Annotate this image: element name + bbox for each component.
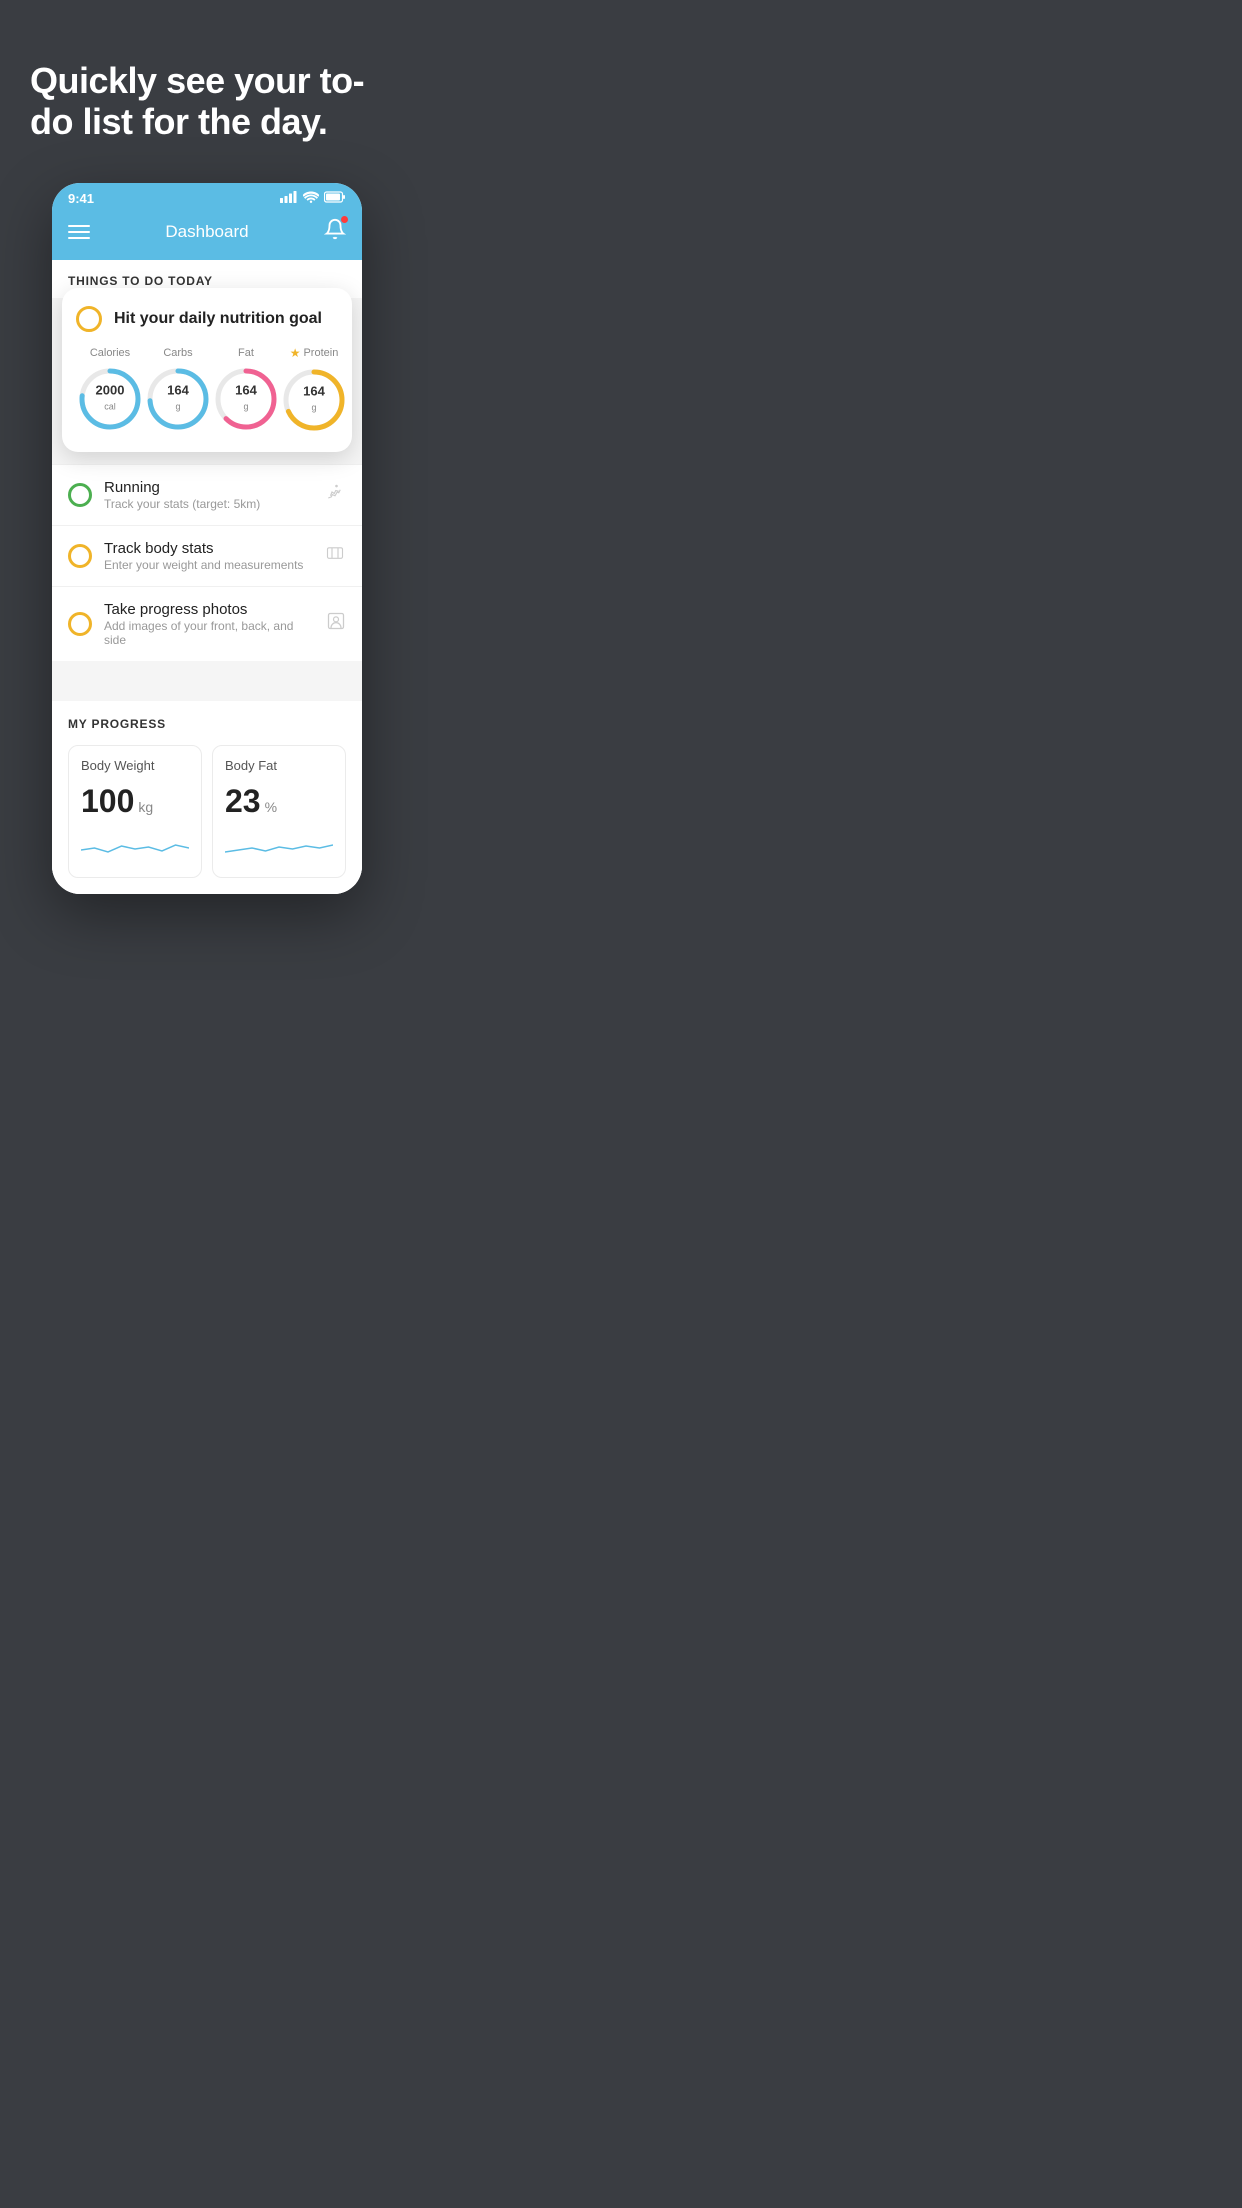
- carbs-item: Carbs 164 g: [144, 347, 212, 433]
- fat-label: Fat: [238, 347, 254, 359]
- progress-cards: Body Weight 100 kg Body Fat: [68, 745, 346, 878]
- hamburger-menu[interactable]: [68, 225, 90, 239]
- progress-section: MY PROGRESS Body Weight 100 kg: [52, 701, 362, 894]
- person-icon: [326, 611, 346, 636]
- protein-item: ★ Protein 164 g: [280, 346, 348, 434]
- photos-title: Take progress photos: [104, 601, 314, 618]
- scale-icon: [324, 544, 346, 567]
- body-stats-check-circle: [68, 544, 92, 568]
- carbs-label: Carbs: [163, 347, 192, 359]
- card-title-row: Hit your daily nutrition goal: [76, 306, 338, 332]
- todo-item-running[interactable]: Running Track your stats (target: 5km): [52, 464, 362, 525]
- body-fat-title: Body Fat: [225, 758, 333, 773]
- body-stats-subtitle: Enter your weight and measurements: [104, 558, 312, 572]
- calories-ring: 2000 cal: [76, 365, 144, 433]
- bell-button[interactable]: [324, 218, 346, 246]
- battery-icon: [324, 191, 346, 206]
- goal-title: Hit your daily nutrition goal: [114, 310, 322, 328]
- calories-label: Calories: [90, 347, 130, 359]
- hero-title: Quickly see your to-do list for the day.: [30, 60, 384, 143]
- body-fat-unit: %: [265, 799, 277, 815]
- photos-subtitle: Add images of your front, back, and side: [104, 619, 314, 647]
- status-time: 9:41: [68, 191, 94, 206]
- phone-mockup: 9:41: [52, 183, 362, 894]
- app-content: THINGS TO DO TODAY Hit your daily nutrit…: [52, 260, 362, 894]
- page-wrapper: Quickly see your to-do list for the day.…: [0, 0, 414, 934]
- fat-item: Fat 164 g: [212, 347, 280, 433]
- spacer: [52, 661, 362, 685]
- body-stats-text: Track body stats Enter your weight and m…: [104, 540, 312, 572]
- goal-check-circle[interactable]: [76, 306, 102, 332]
- notification-dot: [341, 216, 348, 223]
- body-weight-value: 100 kg: [81, 783, 189, 820]
- running-subtitle: Track your stats (target: 5km): [104, 497, 312, 511]
- carbs-ring: 164 g: [144, 365, 212, 433]
- todo-list: Running Track your stats (target: 5km): [52, 464, 362, 661]
- photos-check-circle: [68, 612, 92, 636]
- protein-label: ★ Protein: [290, 346, 339, 360]
- body-weight-sparkline: [81, 830, 189, 865]
- photos-text: Take progress photos Add images of your …: [104, 601, 314, 647]
- body-fat-card[interactable]: Body Fat 23 %: [212, 745, 346, 878]
- signal-icon: [280, 191, 298, 206]
- hero-section: Quickly see your to-do list for the day.: [0, 0, 414, 183]
- protein-ring: 164 g: [280, 366, 348, 434]
- running-title: Running: [104, 479, 312, 496]
- fat-ring: 164 g: [212, 365, 280, 433]
- wifi-icon: [303, 191, 319, 206]
- running-icon: [324, 483, 346, 506]
- body-weight-card[interactable]: Body Weight 100 kg: [68, 745, 202, 878]
- body-weight-title: Body Weight: [81, 758, 189, 773]
- nav-title: Dashboard: [165, 222, 248, 242]
- todo-item-body-stats[interactable]: Track body stats Enter your weight and m…: [52, 525, 362, 586]
- body-fat-value: 23 %: [225, 783, 333, 820]
- body-stats-title: Track body stats: [104, 540, 312, 557]
- star-icon: ★: [290, 346, 301, 360]
- status-bar: 9:41: [52, 183, 362, 210]
- body-weight-unit: kg: [138, 799, 153, 815]
- top-nav: Dashboard: [52, 210, 362, 260]
- nutrition-circles: Calories 2000 cal: [76, 346, 338, 434]
- status-icons: [280, 191, 346, 206]
- body-fat-sparkline: [225, 830, 333, 865]
- running-check-circle: [68, 483, 92, 507]
- todo-item-photos[interactable]: Take progress photos Add images of your …: [52, 586, 362, 661]
- progress-header: MY PROGRESS: [68, 717, 346, 731]
- running-text: Running Track your stats (target: 5km): [104, 479, 312, 511]
- nutrition-card: Hit your daily nutrition goal Calories: [62, 288, 352, 452]
- calories-item: Calories 2000 cal: [76, 347, 144, 433]
